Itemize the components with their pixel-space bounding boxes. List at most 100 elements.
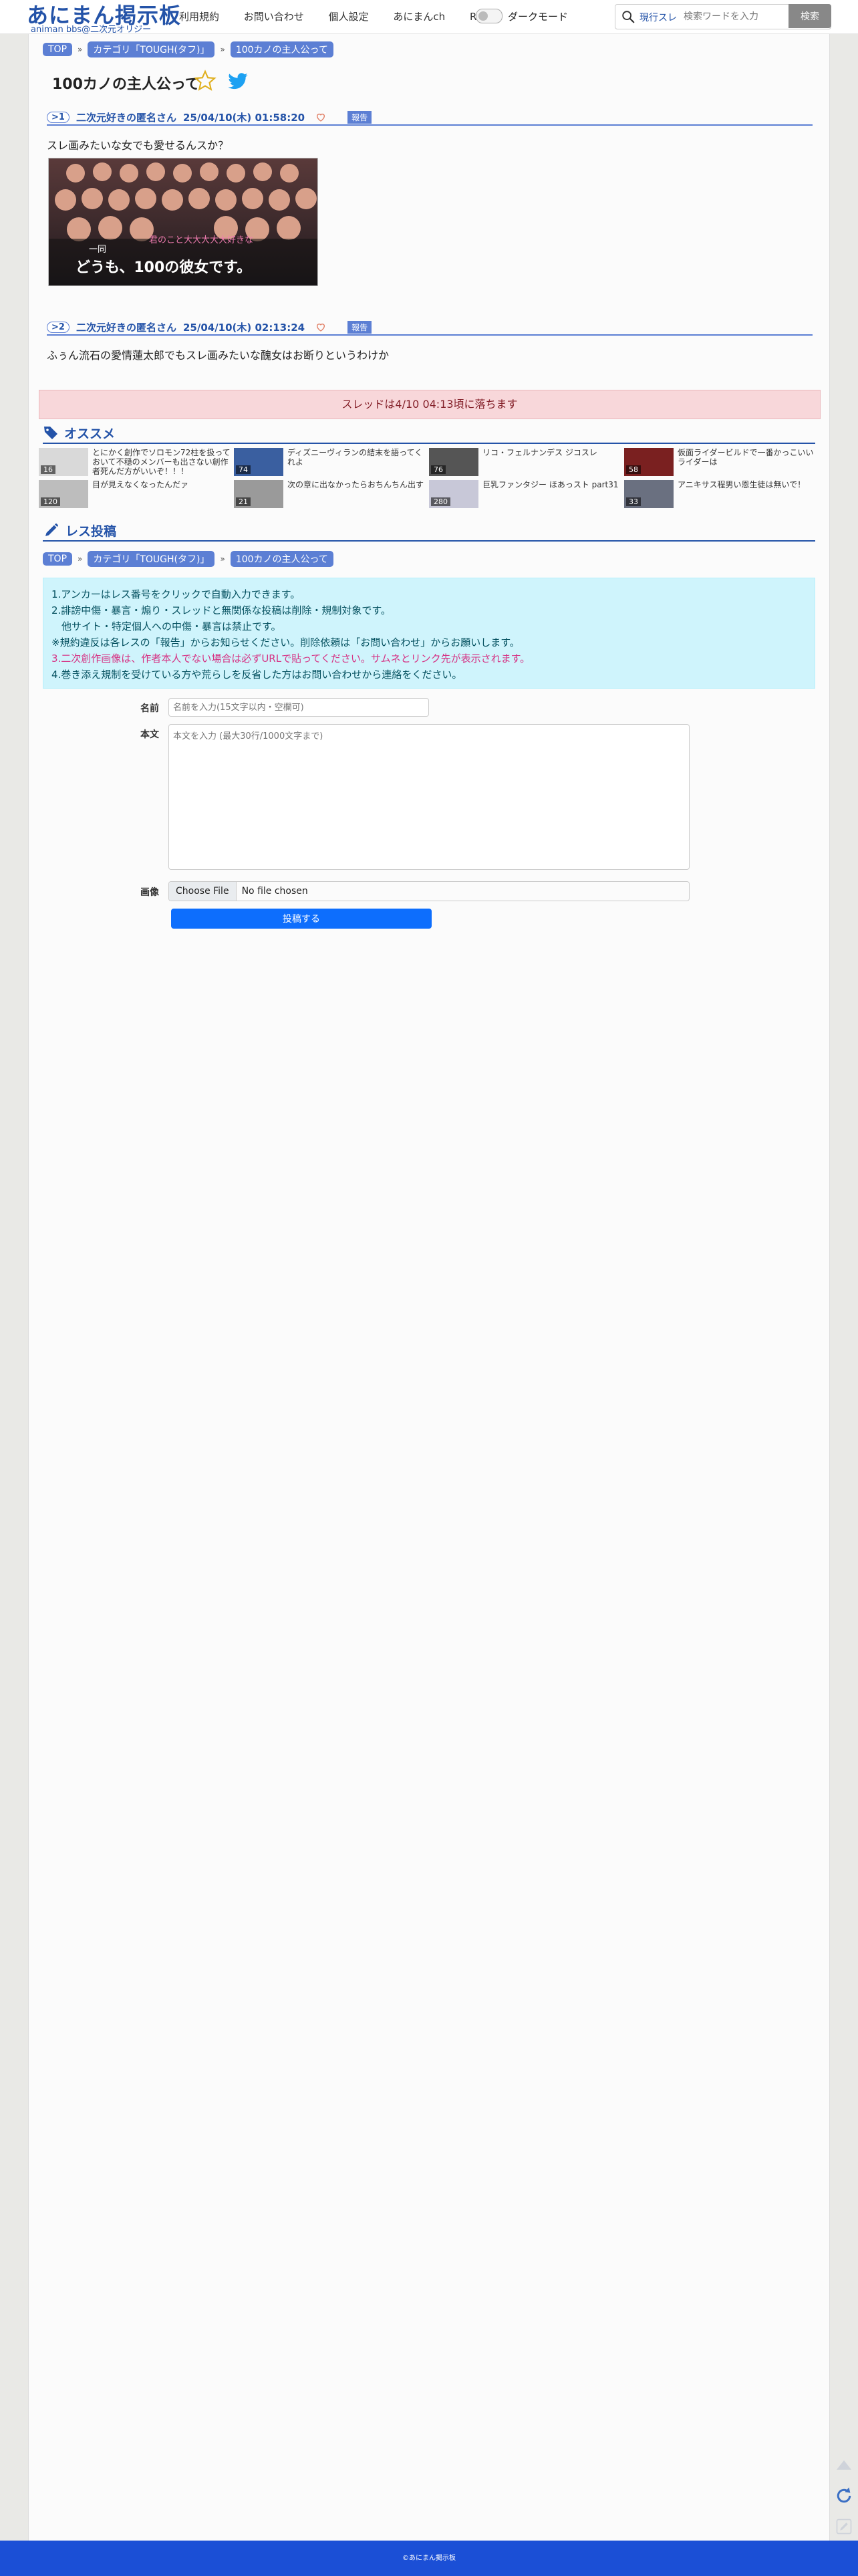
recommend-item[interactable]: 120 目が見えなくなったんだァ bbox=[39, 480, 233, 509]
recommend-thumb: 280 bbox=[429, 480, 478, 508]
search-button[interactable]: 検索 bbox=[789, 4, 831, 28]
thread-fall-notice: スレッドは4/10 04:13頃に落ちます bbox=[39, 390, 821, 419]
tag-icon bbox=[44, 427, 57, 439]
recommend-title: リコ・フェルナンデス ジコスレ bbox=[482, 448, 597, 457]
search-box: 現行スレ 検索 bbox=[615, 4, 831, 29]
recommend-thumb: 21 bbox=[234, 480, 283, 508]
recommend-title: 仮面ライダービルドで一番かっこいいライダーは bbox=[678, 448, 814, 467]
body-label: 本文 bbox=[140, 729, 159, 740]
dark-mode-label: ダークモード bbox=[508, 10, 569, 23]
recommend-thumb: 58 bbox=[624, 448, 674, 476]
recommend-thumb: 74 bbox=[234, 448, 283, 476]
comment-count: 16 bbox=[41, 465, 55, 474]
comment-count: 33 bbox=[626, 497, 641, 506]
comment-count: 280 bbox=[431, 497, 450, 506]
breadcrumb-top[interactable]: TOP bbox=[43, 43, 73, 56]
scroll-top-button[interactable] bbox=[831, 2452, 857, 2478]
recommend-title: 次の章に出なかったらおちんちん出す bbox=[287, 480, 424, 489]
name-label: 名前 bbox=[140, 703, 159, 714]
dark-mode-toggle[interactable]: ダークモード bbox=[476, 9, 568, 23]
report-button[interactable]: 報告 bbox=[347, 320, 372, 334]
image-label: 画像 bbox=[140, 887, 159, 898]
image-caption-small: 一同 bbox=[89, 245, 106, 255]
post-image[interactable]: 一同 君のこと大大大大大好きな どうも、100の彼女です。 bbox=[48, 158, 318, 286]
nav-settings[interactable]: 個人設定 bbox=[329, 11, 369, 23]
nav-contact[interactable]: お問い合わせ bbox=[244, 11, 304, 23]
rule-line: 4.巻き添え規制を受けている方や荒らしを反省した方はお問い合わせから連絡をくださ… bbox=[51, 669, 462, 681]
rule-line: 他サイト・特定個人への中傷・暴言は禁止です。 bbox=[51, 620, 281, 632]
recommend-title: 巨乳ファンタジー ほあっスト part31 bbox=[482, 480, 619, 489]
post-date: 25/04/10(木) 02:13:24 bbox=[182, 321, 305, 334]
comment-count: 120 bbox=[41, 497, 60, 506]
search-input[interactable] bbox=[682, 9, 792, 25]
site-header: あにまん掲示板 animan bbs@二次元オリジー 利用規約 お問い合わせ 個… bbox=[0, 0, 858, 35]
breadcrumb: TOP » カテゴリ「TOUGH(タフ)」 » 100カノの主人公って bbox=[43, 551, 333, 567]
post-body: ふぅん流石の愛情蓮太郎でもスレ画みたいな醜女はお断りというわけか bbox=[47, 349, 390, 362]
search-scope[interactable]: 現行スレ bbox=[639, 11, 677, 24]
image-caption-main: どうも、100の彼女です。 bbox=[76, 259, 251, 276]
body-field[interactable] bbox=[168, 724, 690, 870]
recommend-item[interactable]: 16 とにかく創作でソロモン72柱を扱っておいて不穏のメンバーも出さない創作者死… bbox=[39, 448, 233, 477]
favorite-star-icon[interactable] bbox=[194, 70, 217, 92]
toggle-switch[interactable] bbox=[476, 9, 503, 23]
twitter-share-icon[interactable] bbox=[226, 71, 250, 92]
recommend-thumb: 76 bbox=[429, 448, 478, 476]
breadcrumb-thread[interactable]: 100カノの主人公って bbox=[230, 41, 333, 57]
poster-name: 二次元好きの匿名さん bbox=[76, 321, 176, 334]
image-caption-pink: 君のこと大大大大大好きな bbox=[149, 235, 253, 245]
breadcrumb-separator: » bbox=[220, 45, 225, 54]
recommend-title: 目が見えなくなったんだァ bbox=[92, 480, 189, 489]
recommend-item[interactable]: 280 巨乳ファンタジー ほあっスト part31 bbox=[429, 480, 623, 509]
recommend-item[interactable]: 58 仮面ライダービルドで一番かっこいいライダーは bbox=[624, 448, 818, 477]
main-nav: 利用規約 お問い合わせ 個人設定 あにまんch RSS bbox=[179, 9, 511, 23]
breadcrumb-separator: » bbox=[220, 554, 225, 564]
heart-icon[interactable] bbox=[315, 112, 326, 122]
heart-icon[interactable] bbox=[315, 322, 326, 332]
posting-rules: 1.アンカーはレス番号をクリックで自動入力できます。 2.誹謗中傷・暴言・煽り・… bbox=[43, 578, 815, 689]
name-field[interactable] bbox=[168, 698, 429, 717]
recommend-title: ディズニーヴィランの結末を語ってくれよ bbox=[287, 448, 423, 467]
recommend-item[interactable]: 33 アニキサス程男い恩生徒は無いで！ bbox=[624, 480, 818, 509]
recommend-item[interactable]: 74 ディズニーヴィランの結末を語ってくれよ bbox=[234, 448, 428, 477]
poster-name: 二次元好きの匿名さん bbox=[76, 111, 176, 124]
rule-line: ※規約違反は各レスの「報告」からお知らせください。削除依頼は「お問い合わせ」から… bbox=[51, 636, 520, 649]
breadcrumb-category[interactable]: カテゴリ「TOUGH(タフ)」 bbox=[88, 41, 215, 57]
breadcrumb-category[interactable]: カテゴリ「TOUGH(タフ)」 bbox=[88, 551, 215, 567]
write-button[interactable] bbox=[831, 2514, 857, 2539]
recommend-title: アニキサス程男い恩生徒は無いで！ bbox=[678, 480, 806, 489]
post-header: >1 二次元好きの匿名さん 25/04/10(木) 01:58:20 報告 bbox=[47, 110, 813, 126]
comment-count: 76 bbox=[431, 465, 446, 474]
post-number[interactable]: >1 bbox=[47, 111, 69, 123]
submit-button[interactable]: 投稿する bbox=[171, 909, 432, 929]
rule-line: 1.アンカーはレス番号をクリックで自動入力できます。 bbox=[51, 588, 301, 600]
post-image-art: 一同 君のこと大大大大大好きな どうも、100の彼女です。 bbox=[49, 158, 317, 285]
thread-title: 100カノの主人公って bbox=[52, 76, 200, 93]
breadcrumb-separator: » bbox=[78, 45, 83, 54]
breadcrumb-thread[interactable]: 100カノの主人公って bbox=[230, 551, 333, 567]
breadcrumb-top[interactable]: TOP bbox=[43, 552, 73, 566]
image-file-input[interactable]: Choose File No file chosen bbox=[168, 881, 690, 901]
post-date: 25/04/10(木) 01:58:20 bbox=[182, 111, 305, 124]
recommend-item[interactable]: 76 リコ・フェルナンデス ジコスレ bbox=[429, 448, 623, 477]
post-header: >2 二次元好きの匿名さん 25/04/10(木) 02:13:24 報告 bbox=[47, 320, 813, 336]
file-status: No file chosen bbox=[241, 886, 308, 897]
post-body: スレ画みたいな女でも愛せるんスか？ bbox=[47, 139, 229, 152]
edit-icon bbox=[836, 2519, 852, 2535]
reload-icon bbox=[837, 2487, 851, 2503]
choose-file-button[interactable]: Choose File bbox=[169, 882, 237, 901]
site-logo[interactable]: あにまん掲示板 animan bbs@二次元オリジー bbox=[27, 0, 180, 35]
reload-button[interactable] bbox=[831, 2483, 857, 2508]
report-button[interactable]: 報告 bbox=[347, 110, 372, 124]
search-icon bbox=[622, 11, 635, 23]
recommend-thumb: 33 bbox=[624, 480, 674, 508]
comment-count: 21 bbox=[236, 497, 251, 506]
nav-animanch[interactable]: あにまんch bbox=[393, 11, 445, 23]
logo-subtitle: animan bbs@二次元オリジー bbox=[31, 25, 152, 35]
nav-terms[interactable]: 利用規約 bbox=[179, 11, 219, 23]
breadcrumb: TOP » カテゴリ「TOUGH(タフ)」 » 100カノの主人公って bbox=[43, 41, 333, 57]
main-column bbox=[28, 0, 830, 2576]
reply-heading: レス投稿 bbox=[43, 520, 815, 542]
post-number[interactable]: >2 bbox=[47, 321, 69, 333]
recommend-item[interactable]: 21 次の章に出なかったらおちんちん出す bbox=[234, 480, 428, 509]
rule-line-warning: 3.二次創作画像は、作者本人でない場合は必ずURLで貼ってください。サムネとリン… bbox=[51, 653, 531, 665]
